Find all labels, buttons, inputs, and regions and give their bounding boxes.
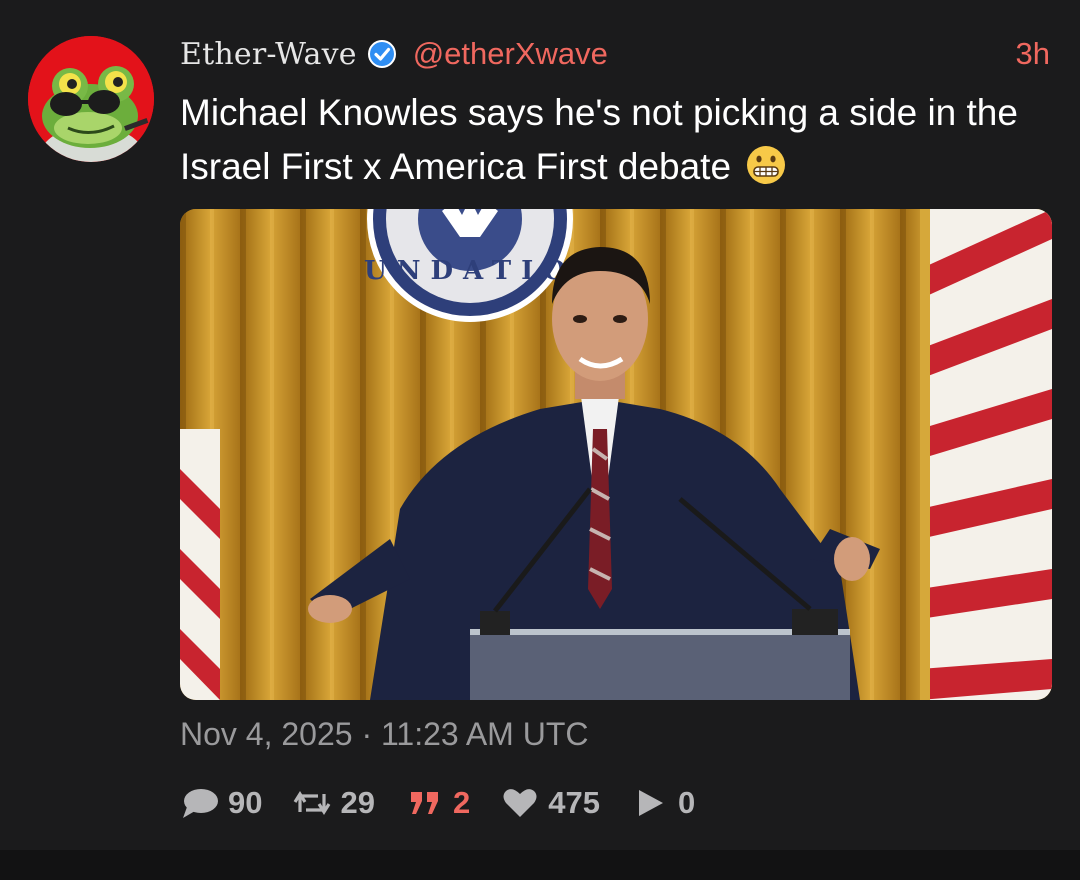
post-header: Ether-Wave @etherXwave 3h [180, 32, 1050, 76]
display-name[interactable]: Ether-Wave [180, 37, 357, 72]
like-button[interactable]: 475 [500, 785, 600, 821]
repost-count: 29 [340, 785, 375, 820]
post-card: Ether-Wave @etherXwave 3h Michael Knowle… [0, 0, 1080, 850]
quote-icon [405, 786, 445, 820]
play-icon [630, 786, 670, 820]
post-media-image[interactable]: UNDATIO [180, 209, 1052, 700]
user-handle[interactable]: @etherXwave [413, 36, 608, 72]
avatar[interactable] [28, 36, 154, 162]
reply-button[interactable]: 90 [180, 785, 262, 821]
views-button[interactable]: 0 [630, 785, 695, 821]
verified-badge-icon [367, 39, 397, 69]
like-count: 475 [548, 785, 600, 820]
post-body: Michael Knowles says he's not picking a … [180, 92, 1018, 187]
views-count: 0 [677, 785, 696, 820]
comment-bubble-icon [180, 786, 220, 820]
seal-text: UNDATIO [364, 256, 576, 286]
bottom-bar [0, 850, 1080, 880]
heart-icon [500, 786, 540, 820]
quote-button[interactable]: 2 [405, 785, 470, 821]
reply-count: 90 [228, 785, 263, 820]
grimacing-face-icon [745, 144, 787, 186]
post-time-ago: 3h [1015, 36, 1050, 71]
repost-button[interactable]: 29 [292, 785, 375, 821]
quote-count: 2 [452, 785, 471, 820]
repost-icon [292, 786, 332, 820]
post-actions: 90 29 2 475 0 [180, 780, 725, 826]
post-text: Michael Knowles says he's not picking a … [180, 86, 1060, 194]
post-timestamp[interactable]: Nov 4, 2025 · 11:23 AM UTC [180, 716, 588, 753]
